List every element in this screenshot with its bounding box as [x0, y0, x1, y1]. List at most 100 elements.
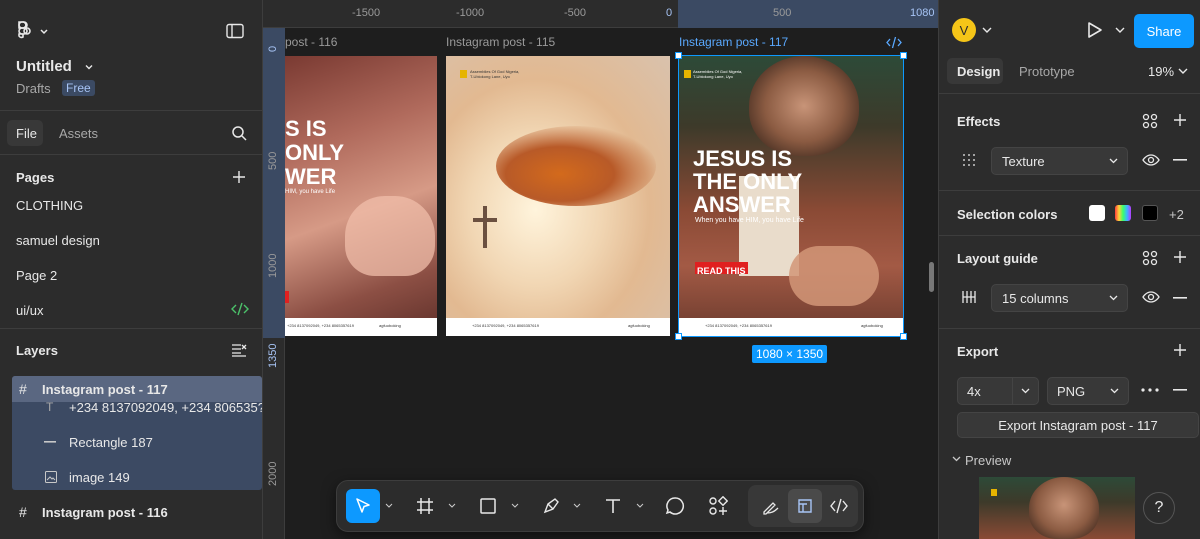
right-sidebar: V Share Design Prototype 19% Effects Tex…: [938, 0, 1200, 539]
dev-mode-code-icon[interactable]: [886, 36, 902, 49]
export-scale-select[interactable]: 4x: [957, 377, 1039, 405]
avatar[interactable]: V: [952, 18, 976, 42]
layout-guide-select[interactable]: 15 columns: [991, 284, 1128, 312]
draw-mode-button[interactable]: [754, 489, 788, 523]
preview-face-shape: [1029, 477, 1099, 539]
styles-grid-icon[interactable]: [1142, 250, 1158, 266]
export-format-select[interactable]: PNG: [1047, 377, 1129, 405]
add-page-icon[interactable]: [232, 170, 246, 184]
file-location[interactable]: Drafts: [16, 81, 51, 96]
resize-handle[interactable]: [900, 52, 907, 59]
eye-icon[interactable]: [1142, 290, 1160, 304]
play-icon[interactable]: [1084, 20, 1104, 40]
more-options-icon[interactable]: [1141, 388, 1159, 392]
remove-icon[interactable]: [1173, 159, 1187, 161]
actions-button[interactable]: [701, 489, 735, 523]
preview-label[interactable]: Preview: [965, 453, 1011, 468]
pen-tool-button[interactable]: [534, 489, 568, 523]
search-icon[interactable]: [231, 125, 247, 141]
shape-tool-button[interactable]: [471, 489, 505, 523]
divider: [0, 154, 262, 155]
text-tool-button[interactable]: [596, 489, 630, 523]
ruler-tick: 1350: [267, 343, 279, 368]
layer-row[interactable]: Rectangle 187: [12, 430, 262, 454]
color-swatch-gradient[interactable]: [1115, 205, 1131, 221]
plan-badge[interactable]: Free: [62, 80, 95, 96]
frame-title[interactable]: Instagram post - 117: [679, 35, 788, 49]
tab-file[interactable]: File: [7, 120, 43, 146]
tab-design[interactable]: Design: [947, 58, 1003, 84]
move-tool-button[interactable]: [346, 489, 380, 523]
add-layout-guide-icon[interactable]: [1173, 250, 1187, 264]
chevron-down-icon[interactable]: [636, 503, 644, 509]
hand-shape: [496, 126, 656, 206]
design-mode-button[interactable]: [788, 489, 822, 523]
add-export-icon[interactable]: [1173, 343, 1187, 357]
page-item[interactable]: CLOTHING: [16, 198, 83, 213]
chevron-down-icon[interactable]: [573, 503, 581, 509]
page-item[interactable]: ui/ux: [16, 303, 43, 318]
layer-row[interactable]: image 149: [12, 465, 262, 489]
add-effect-icon[interactable]: [1173, 113, 1187, 127]
layer-row[interactable]: # Instagram post - 116: [12, 500, 262, 526]
more-colors-count[interactable]: +2: [1169, 207, 1184, 222]
chevron-down-icon[interactable]: [1178, 68, 1188, 76]
frame-title[interactable]: Instagram post - 115: [446, 35, 555, 49]
chevron-down-icon[interactable]: [448, 503, 456, 509]
chevron-down-icon[interactable]: [952, 456, 961, 463]
share-button[interactable]: Share: [1134, 14, 1194, 48]
remove-icon[interactable]: [1173, 389, 1187, 391]
page-item[interactable]: samuel design: [16, 233, 100, 248]
resize-handle[interactable]: [675, 333, 682, 340]
text-layer-icon: T: [46, 400, 54, 414]
tab-assets[interactable]: Assets: [59, 126, 98, 141]
chevron-down-icon[interactable]: [84, 62, 94, 72]
remove-icon[interactable]: [1173, 297, 1187, 299]
footer-handle: agfuoboking: [379, 323, 401, 328]
tab-prototype[interactable]: Prototype: [1019, 64, 1075, 79]
color-swatch-white[interactable]: [1089, 205, 1105, 221]
columns-icon[interactable]: [962, 290, 976, 304]
divider: [939, 93, 1200, 94]
toggle-sidebar-button[interactable]: [226, 23, 244, 39]
left-sidebar: Untitled Drafts Free File Assets Pages C…: [0, 0, 263, 539]
resize-handle[interactable]: [675, 52, 682, 59]
frame-hash-icon: #: [19, 381, 27, 397]
eye-icon[interactable]: [1142, 153, 1160, 167]
cross-horizontal: [473, 218, 497, 222]
chevron-down-icon[interactable]: [1115, 27, 1125, 35]
effect-type-select[interactable]: Texture: [991, 147, 1128, 175]
layer-row[interactable]: T +234 8137092049, +234 806535?: [12, 398, 262, 416]
frame-icon: [417, 498, 433, 514]
frame-title[interactable]: post - 116: [285, 35, 337, 49]
instagram-post-116-frame[interactable]: S IS ONLY WER HIM, you have Life +234 81…: [285, 56, 437, 336]
zoom-level[interactable]: 19%: [1148, 64, 1174, 79]
comment-tool-button[interactable]: [658, 489, 692, 523]
page-item[interactable]: Page 2: [16, 268, 57, 283]
chevron-down-icon[interactable]: [511, 503, 519, 509]
collapse-layers-icon[interactable]: [231, 343, 247, 357]
ruler-tick: -500: [564, 7, 587, 19]
export-button[interactable]: Export Instagram post - 117: [957, 412, 1199, 438]
color-swatch-black[interactable]: [1142, 205, 1158, 221]
resize-handle[interactable]: [900, 333, 907, 340]
vertical-scrollbar[interactable]: [929, 262, 934, 292]
canvas[interactable]: -1500 -1000 -500 0 500 1080 0 500 1000 1…: [263, 0, 938, 539]
ruler-tick: -1000: [456, 7, 485, 19]
layer-label: image 149: [69, 470, 130, 485]
chevron-down-icon[interactable]: [982, 27, 992, 35]
file-name[interactable]: Untitled: [16, 58, 72, 75]
help-button[interactable]: ?: [1143, 492, 1175, 524]
code-icon: [830, 498, 848, 514]
ruler-tick: 0: [666, 7, 673, 19]
export-heading: Export: [957, 344, 999, 359]
styles-grid-icon[interactable]: [1142, 113, 1158, 129]
poster-footer: +234 8137092049, +234 8065357619 agfuobo…: [285, 318, 437, 336]
frame-tool-button[interactable]: [408, 489, 442, 523]
dev-mode-button[interactable]: [822, 489, 856, 523]
instagram-post-115-frame[interactable]: Assemblies Of God Nigeria, T-Ubiokong La…: [446, 56, 670, 336]
texture-icon[interactable]: [962, 153, 976, 167]
figma-menu-button[interactable]: [14, 20, 50, 42]
horizontal-ruler: -1500 -1000 -500 0 500 1080: [263, 0, 938, 28]
chevron-down-icon[interactable]: [385, 503, 393, 509]
